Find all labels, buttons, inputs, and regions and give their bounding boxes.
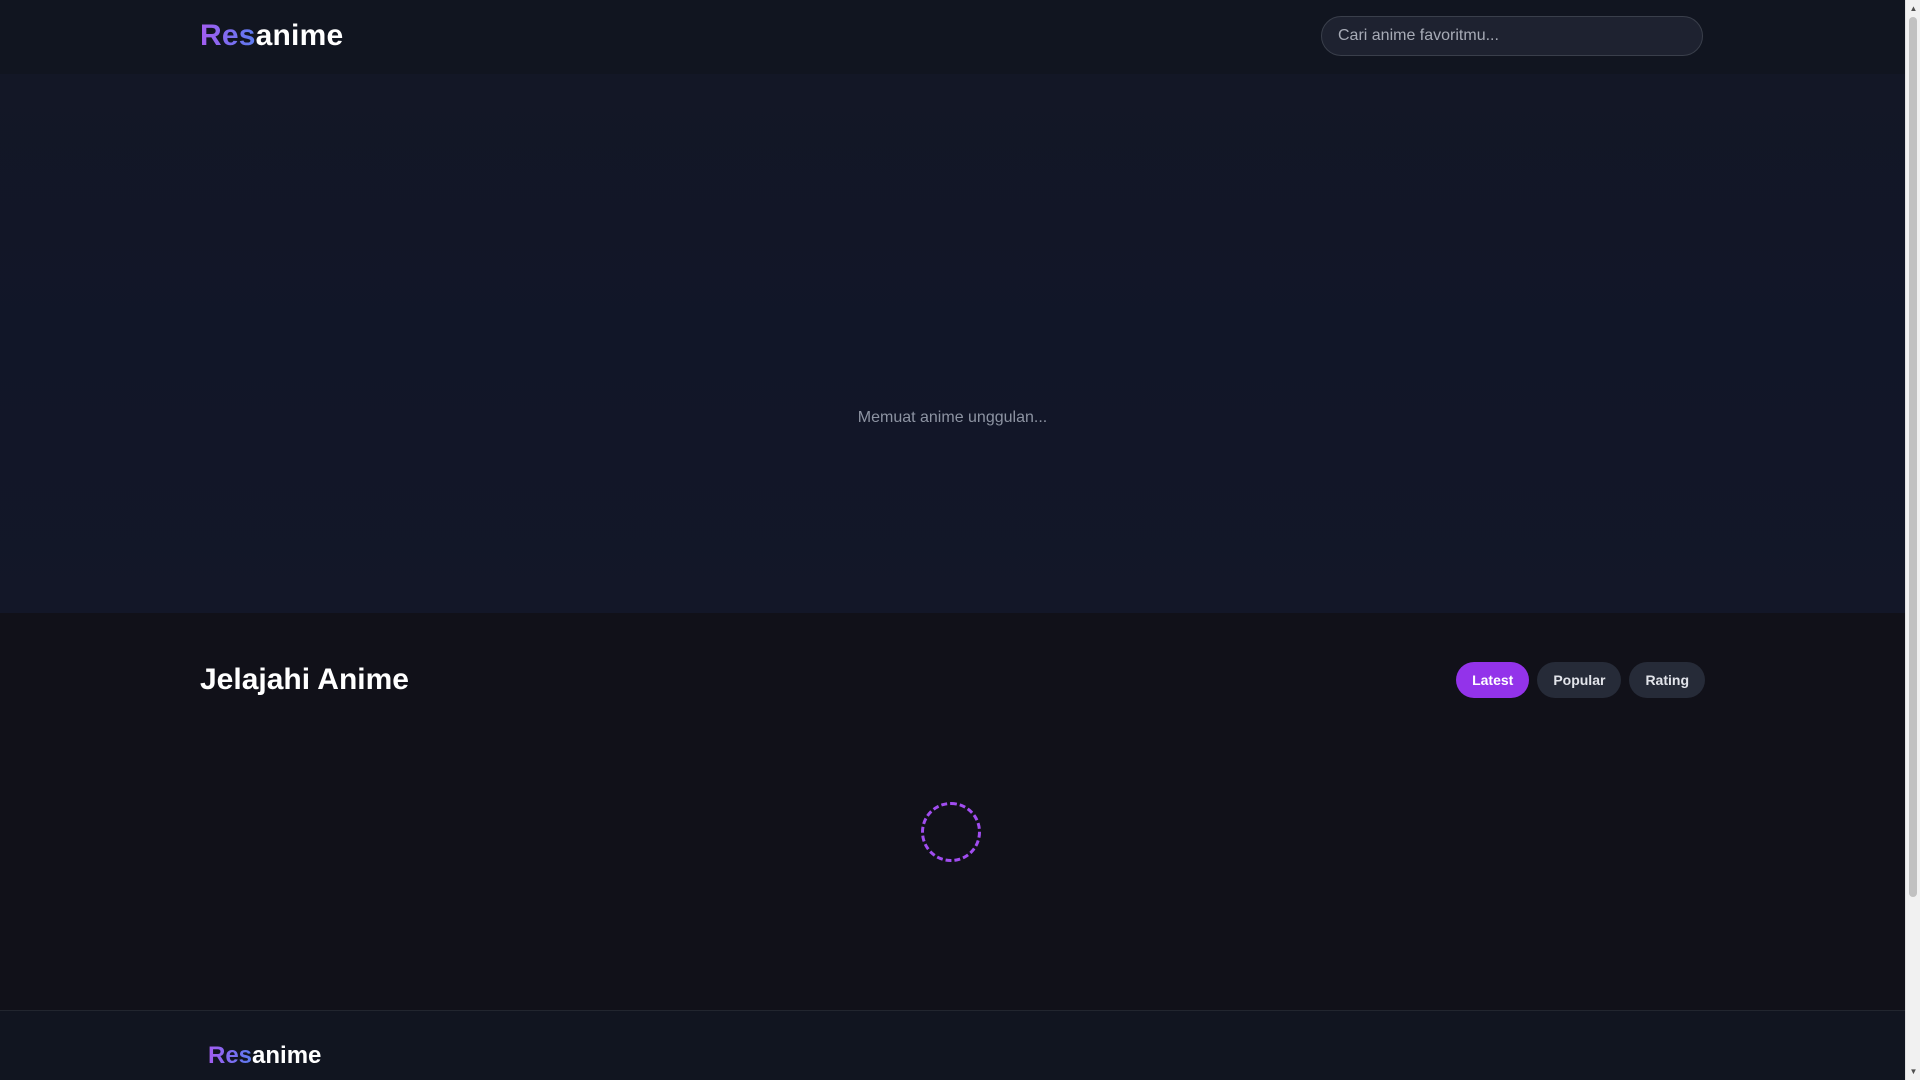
site-footer: Resanime [0, 1010, 1905, 1080]
footer-logo-rest-text: anime [252, 1042, 322, 1069]
logo-accent-text: Res [200, 19, 256, 52]
sort-tabs: Latest Popular Rating [1456, 662, 1705, 698]
hero-loading-text: Memuat anime unggulan... [857, 409, 1048, 426]
chevron-down-icon[interactable]: ▼ [1906, 1063, 1920, 1080]
vertical-scrollbar[interactable]: ▲ ▼ [1905, 0, 1920, 1080]
search-input[interactable] [1321, 16, 1703, 56]
browse-section: Jelajahi Anime Latest Popular Rating [0, 613, 1905, 1010]
logo-rest-text: anime [255, 19, 344, 52]
page: Resanime Memuat anime unggulan... Jelaja… [0, 0, 1905, 1080]
scrollbar-thumb[interactable] [1909, 17, 1917, 897]
loading-spinner-icon [921, 802, 981, 862]
site-header: Resanime [0, 0, 1905, 74]
site-logo[interactable]: Resanime [200, 17, 343, 55]
tab-rating[interactable]: Rating [1629, 662, 1705, 698]
section-title: Jelajahi Anime [200, 663, 409, 696]
tab-latest[interactable]: Latest [1456, 662, 1530, 698]
footer-logo[interactable]: Resanime [208, 1042, 321, 1070]
chevron-up-icon[interactable]: ▲ [1906, 0, 1920, 17]
featured-hero: Memuat anime unggulan... [0, 74, 1905, 613]
tab-popular[interactable]: Popular [1537, 662, 1622, 698]
footer-logo-accent-text: Res [208, 1042, 253, 1069]
